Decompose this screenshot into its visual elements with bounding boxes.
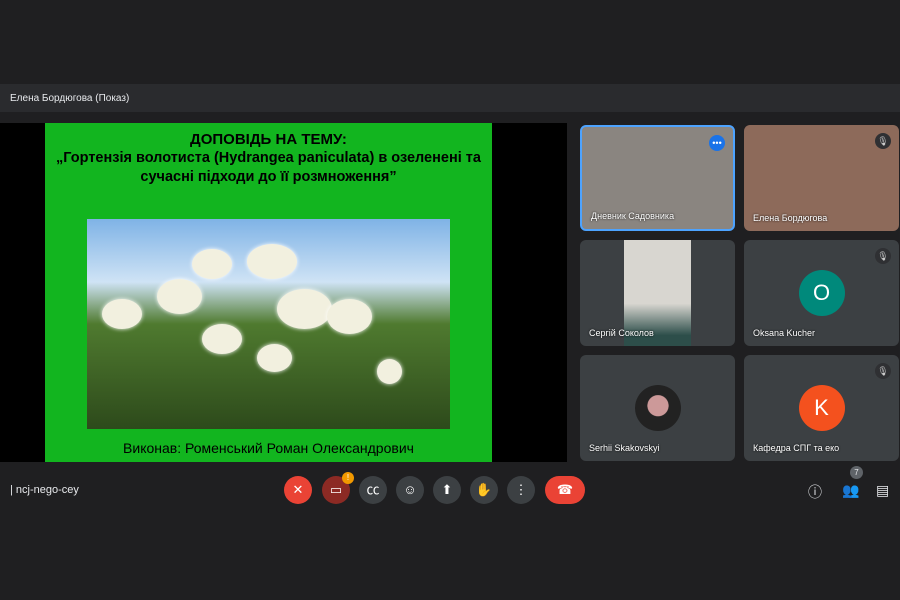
leave-call-button[interactable]: ☎ bbox=[545, 476, 585, 504]
slide-title: ДОПОВІДЬ НА ТЕМУ: bbox=[190, 131, 347, 148]
meeting-code-text: ncj-nego-cey bbox=[15, 484, 79, 496]
participant-name: Дневник Садовника bbox=[591, 211, 675, 221]
avatar: K bbox=[798, 385, 845, 431]
camera-toggle-button[interactable]: ▭! bbox=[322, 472, 354, 504]
slide-author: Виконав: Роменський Роман Олександрович bbox=[123, 440, 414, 456]
raise-hand-button[interactable]: ✋ bbox=[470, 476, 498, 504]
participant-tile[interactable]: 🎙 K Кафедра СПГ та еко bbox=[744, 355, 899, 461]
people-icon[interactable]: 👥 7 bbox=[842, 466, 863, 499]
mic-toggle-button[interactable]: ✕ bbox=[284, 476, 312, 504]
participant-name: Serhii Skakovskyi bbox=[589, 443, 660, 453]
avatar bbox=[634, 385, 681, 431]
presenter-bar: Елена Бордюгова (Показ) bbox=[0, 84, 900, 112]
info-icon[interactable]: ⓘ bbox=[808, 482, 822, 502]
alert-badge: ! bbox=[342, 472, 354, 484]
participant-count-badge: 7 bbox=[850, 466, 863, 479]
slide: ДОПОВІДЬ НА ТЕМУ: „Гортензія волотиста (… bbox=[45, 123, 492, 462]
captions-button[interactable]: ㏄ bbox=[359, 476, 387, 504]
mic-off-icon: 🎙 bbox=[875, 248, 891, 264]
participant-tile[interactable]: 🎙 O Oksana Kucher bbox=[744, 240, 899, 346]
avatar: O bbox=[798, 270, 845, 316]
participant-tile[interactable]: 🎙 Елена Бордюгова bbox=[744, 125, 899, 231]
present-button[interactable]: ⬆ bbox=[433, 476, 461, 504]
more-options-icon[interactable]: ••• bbox=[709, 135, 725, 151]
chat-icon[interactable]: ▤ bbox=[876, 482, 889, 499]
mic-off-icon: 🎙 bbox=[875, 363, 891, 379]
emoji-button[interactable]: ☺ bbox=[396, 476, 424, 504]
slide-subtitle: „Гортензія волотиста (Hydrangea panicula… bbox=[56, 150, 481, 185]
mic-off-icon: 🎙 bbox=[875, 133, 891, 149]
participant-name: Сергій Соколов bbox=[589, 328, 654, 338]
hydrangea-photo bbox=[87, 219, 450, 429]
participant-name: Кафедра СПГ та еко bbox=[753, 443, 840, 453]
participant-tile[interactable]: Сергій Соколов bbox=[580, 240, 735, 346]
participant-name: Oksana Kucher bbox=[753, 328, 816, 338]
presentation-stage: ДОПОВІДЬ НА ТЕМУ: „Гортензія волотиста (… bbox=[0, 123, 567, 462]
participant-name: Елена Бордюгова bbox=[753, 213, 828, 223]
participant-tile[interactable]: ••• Дневник Садовника bbox=[580, 125, 735, 231]
participant-tile[interactable]: Serhii Skakovskyi bbox=[580, 355, 735, 461]
more-options-button[interactable]: ⋮ bbox=[507, 476, 535, 504]
meeting-code: | ncj-nego-cey bbox=[10, 484, 79, 496]
